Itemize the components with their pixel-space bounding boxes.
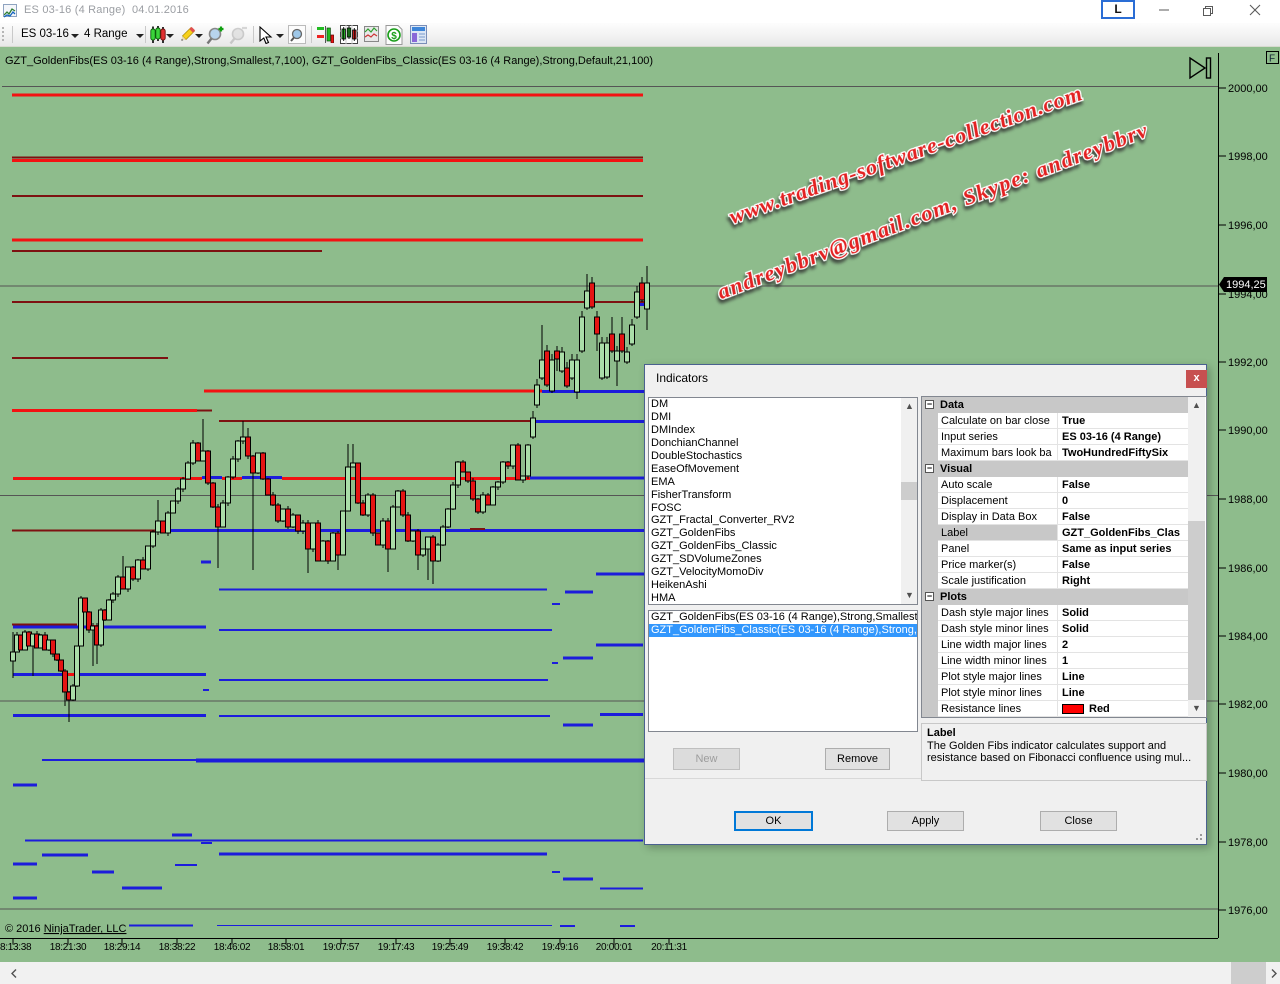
svg-text:1982,00: 1982,00: [1228, 699, 1268, 711]
svg-text:1976,00: 1976,00: [1228, 905, 1268, 917]
svg-text:1992,00: 1992,00: [1228, 357, 1268, 369]
svg-text:GZT_GoldenFibs(ES 03-16 (4 Ran: GZT_GoldenFibs(ES 03-16 (4 Range),Strong…: [5, 55, 653, 67]
svg-text:18:58:01: 18:58:01: [268, 942, 305, 953]
svg-text:1978,00: 1978,00: [1228, 837, 1268, 849]
svg-text:1988,00: 1988,00: [1228, 494, 1268, 506]
svg-text:1986,00: 1986,00: [1228, 563, 1268, 575]
svg-text:18:29:14: 18:29:14: [104, 942, 141, 953]
svg-text:1990,00: 1990,00: [1228, 425, 1268, 437]
svg-text:18:38:22: 18:38:22: [159, 942, 196, 953]
svg-text:1994,25: 1994,25: [1226, 279, 1266, 291]
svg-text:20:11:31: 20:11:31: [651, 942, 688, 953]
svg-text:19:07:57: 19:07:57: [323, 942, 360, 953]
svg-text:1984,00: 1984,00: [1228, 631, 1268, 643]
svg-text:19:25:49: 19:25:49: [432, 942, 469, 953]
svg-text:18:46:02: 18:46:02: [214, 942, 251, 953]
svg-text:2000,00: 2000,00: [1228, 83, 1268, 95]
svg-text:F: F: [1269, 54, 1275, 65]
svg-text:19:38:42: 19:38:42: [487, 942, 524, 953]
svg-text:19:17:43: 19:17:43: [378, 942, 415, 953]
svg-text:© 2016 NinjaTrader, LLC: © 2016 NinjaTrader, LLC: [5, 923, 127, 935]
svg-text:19:49:16: 19:49:16: [542, 942, 579, 953]
svg-text:$: $: [391, 31, 397, 42]
svg-text:18:13:38: 18:13:38: [0, 942, 32, 953]
svg-text:1996,00: 1996,00: [1228, 220, 1268, 232]
svg-text:20:00:01: 20:00:01: [596, 942, 633, 953]
svg-text:1980,00: 1980,00: [1228, 768, 1268, 780]
svg-text:1998,00: 1998,00: [1228, 151, 1268, 163]
svg-text:18:21:30: 18:21:30: [50, 942, 87, 953]
